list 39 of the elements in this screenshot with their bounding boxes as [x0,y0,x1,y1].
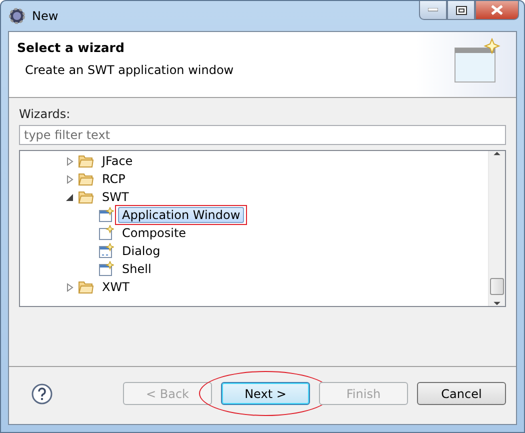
expand-arrow-icon[interactable] [66,174,74,184]
expand-arrow-icon[interactable] [66,282,74,292]
scroll-down-arrow-icon[interactable] [493,301,501,306]
minimize-button[interactable] [419,1,447,20]
scroll-thumb[interactable] [490,278,504,295]
gear-icon [8,7,26,25]
maximize-icon [456,6,466,14]
folder-icon [78,154,94,168]
tree-item[interactable]: JFace [98,153,137,169]
scrollbar[interactable] [488,151,505,306]
window-file-icon [98,243,114,259]
close-button[interactable] [475,1,519,20]
close-icon [491,5,503,15]
folder-icon [78,172,94,186]
help-icon[interactable] [31,382,53,404]
wizard-button[interactable]: Next > [221,382,310,405]
tree-item[interactable]: Dialog [118,243,164,259]
wizard-title: Select a wizard [17,40,126,55]
window-file-icon [98,225,114,241]
tree-item[interactable]: RCP [98,171,130,187]
folder-icon [78,280,94,294]
tree-item[interactable]: SWT [98,189,133,205]
tree-item[interactable]: XWT [98,279,134,295]
wizard-description: Create an SWT application window [25,63,234,77]
wizard-button[interactable]: Cancel [417,382,506,405]
window-file-icon [98,207,114,223]
collapse-arrow-icon[interactable] [66,192,74,202]
filter-field[interactable]: type filter text [19,125,506,145]
scroll-up-arrow-icon[interactable] [493,151,501,156]
wizards-label: Wizards: [19,107,72,121]
minimize-icon [428,8,438,12]
window-title: New [32,9,58,23]
folder-icon [78,190,94,204]
maximize-button[interactable] [447,1,475,20]
window-file-icon [98,261,114,277]
expand-arrow-icon[interactable] [66,156,74,166]
tree-item[interactable]: Composite [118,225,190,241]
tree-item[interactable]: Application Window [118,207,244,223]
tree-item[interactable]: Shell [118,261,156,277]
